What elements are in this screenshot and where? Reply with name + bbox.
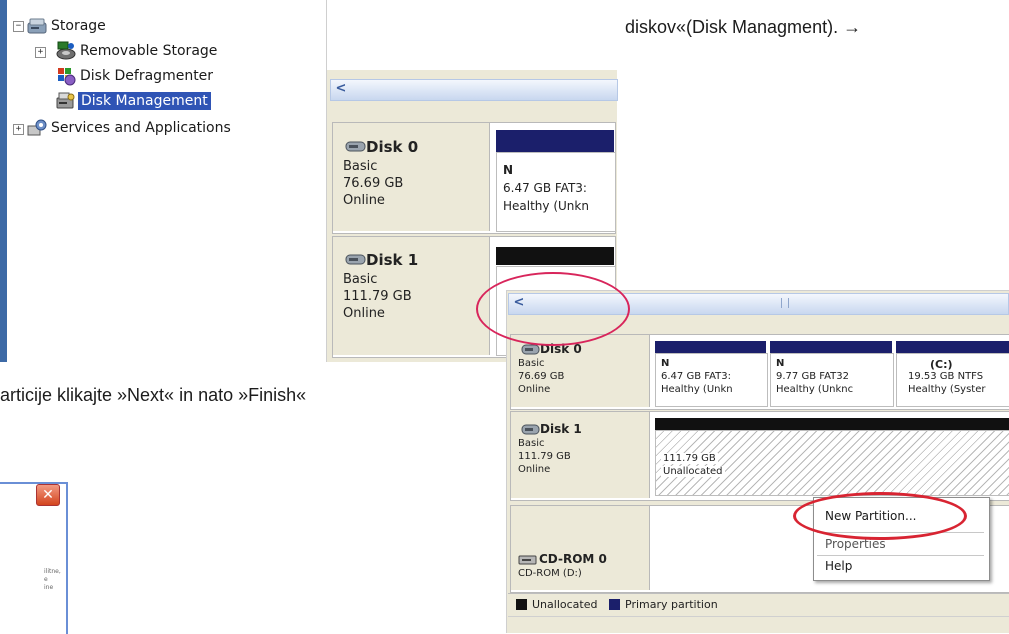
legend-swatch-unallocated	[516, 599, 527, 610]
disk-management-icon	[55, 91, 77, 109]
partition-letter: N	[776, 358, 785, 369]
expand-toggle[interactable]: +	[13, 124, 24, 135]
partition-health: Healthy (Unkn	[661, 384, 733, 395]
partition-health: Healthy (Unkn	[503, 199, 589, 213]
disk-size: 76.69 GB	[343, 176, 404, 191]
partition-size: 6.47 GB FAT3:	[661, 371, 731, 382]
disk-icon	[345, 253, 367, 272]
disk-size: 111.79 GB	[518, 451, 571, 462]
tree-item-disk-management[interactable]: Disk Management	[78, 92, 211, 110]
partition-size: 19.53 GB NTFS	[908, 371, 984, 382]
unallocated-size: 111.79 GB	[661, 453, 718, 464]
tree-item-storage[interactable]: Storage	[51, 17, 106, 35]
services-icon	[26, 118, 48, 136]
cdrom-name: CD-ROM 0	[539, 552, 607, 566]
menu-item-help[interactable]: Help	[813, 559, 988, 573]
disk-type: Basic	[343, 272, 378, 287]
partition-size: 6.47 GB FAT3:	[503, 181, 587, 195]
tree-item-services-applications[interactable]: Services and Applications	[51, 119, 231, 137]
window-blank-area	[326, 0, 617, 70]
expand-toggle[interactable]: +	[35, 47, 46, 58]
partition-size: 9.77 GB FAT32	[776, 371, 849, 382]
disk-status: Online	[518, 464, 551, 475]
unallocated-bar	[496, 247, 614, 265]
partition-letter: N	[661, 358, 670, 369]
highlight-ellipse	[476, 272, 630, 346]
primary-partition-bar	[896, 341, 1009, 353]
horizontal-scrollbar[interactable]: <	[330, 79, 618, 101]
scroll-thumb-grip[interactable]	[781, 298, 789, 308]
disk-type: Basic	[518, 358, 545, 369]
instruction-text-top: diskov«(Disk Managment). →	[625, 17, 862, 37]
instruction-text-left: articije klikajte »Next« in nato »Finish…	[0, 385, 307, 405]
partition-letter: (C:)	[930, 358, 953, 371]
scroll-left-icon[interactable]: <	[333, 81, 349, 97]
dialog-text: ilitne,	[44, 568, 61, 575]
primary-partition-bar	[496, 130, 614, 152]
unallocated-label: Unallocated	[661, 466, 725, 477]
legend-label: Unallocated	[532, 598, 598, 611]
cdrom-drive: CD-ROM (D:)	[518, 568, 582, 579]
disk-name: Disk 0	[366, 138, 419, 156]
disk-name: Disk 1	[366, 251, 419, 269]
legend-label: Primary partition	[625, 598, 718, 611]
disk-name: Disk 1	[540, 422, 582, 436]
disk-size: 76.69 GB	[518, 371, 565, 382]
disk-icon	[345, 140, 367, 159]
disk-type: Basic	[343, 159, 378, 174]
partition-letter: N	[503, 163, 514, 177]
tree-item-removable-storage[interactable]: Removable Storage	[80, 42, 217, 60]
window-edge	[0, 0, 7, 362]
primary-partition-bar	[655, 341, 766, 353]
dialog-text: ine	[44, 584, 54, 591]
defragmenter-icon	[55, 66, 77, 86]
menu-separator	[817, 555, 984, 556]
removable-storage-icon	[55, 41, 77, 60]
legend-swatch-primary	[609, 599, 620, 610]
primary-partition-bar	[770, 341, 892, 353]
disk-status: Online	[518, 384, 551, 395]
status-bar	[508, 616, 1009, 633]
close-icon[interactable]: ✕	[36, 484, 60, 506]
partition-health: Healthy (Syster	[908, 384, 986, 395]
storage-icon	[26, 17, 48, 35]
disk-type: Basic	[518, 438, 545, 449]
disk-status: Online	[343, 193, 385, 208]
unallocated-bar	[655, 418, 1009, 430]
tree-item-disk-defragmenter[interactable]: Disk Defragmenter	[80, 67, 213, 85]
partition-health: Healthy (Unknc	[776, 384, 854, 395]
disk-status: Online	[343, 306, 385, 321]
disk-size: 111.79 GB	[343, 289, 412, 304]
collapse-toggle[interactable]: −	[13, 21, 24, 32]
dialog-text: e	[44, 576, 48, 583]
highlight-ellipse	[793, 492, 967, 540]
